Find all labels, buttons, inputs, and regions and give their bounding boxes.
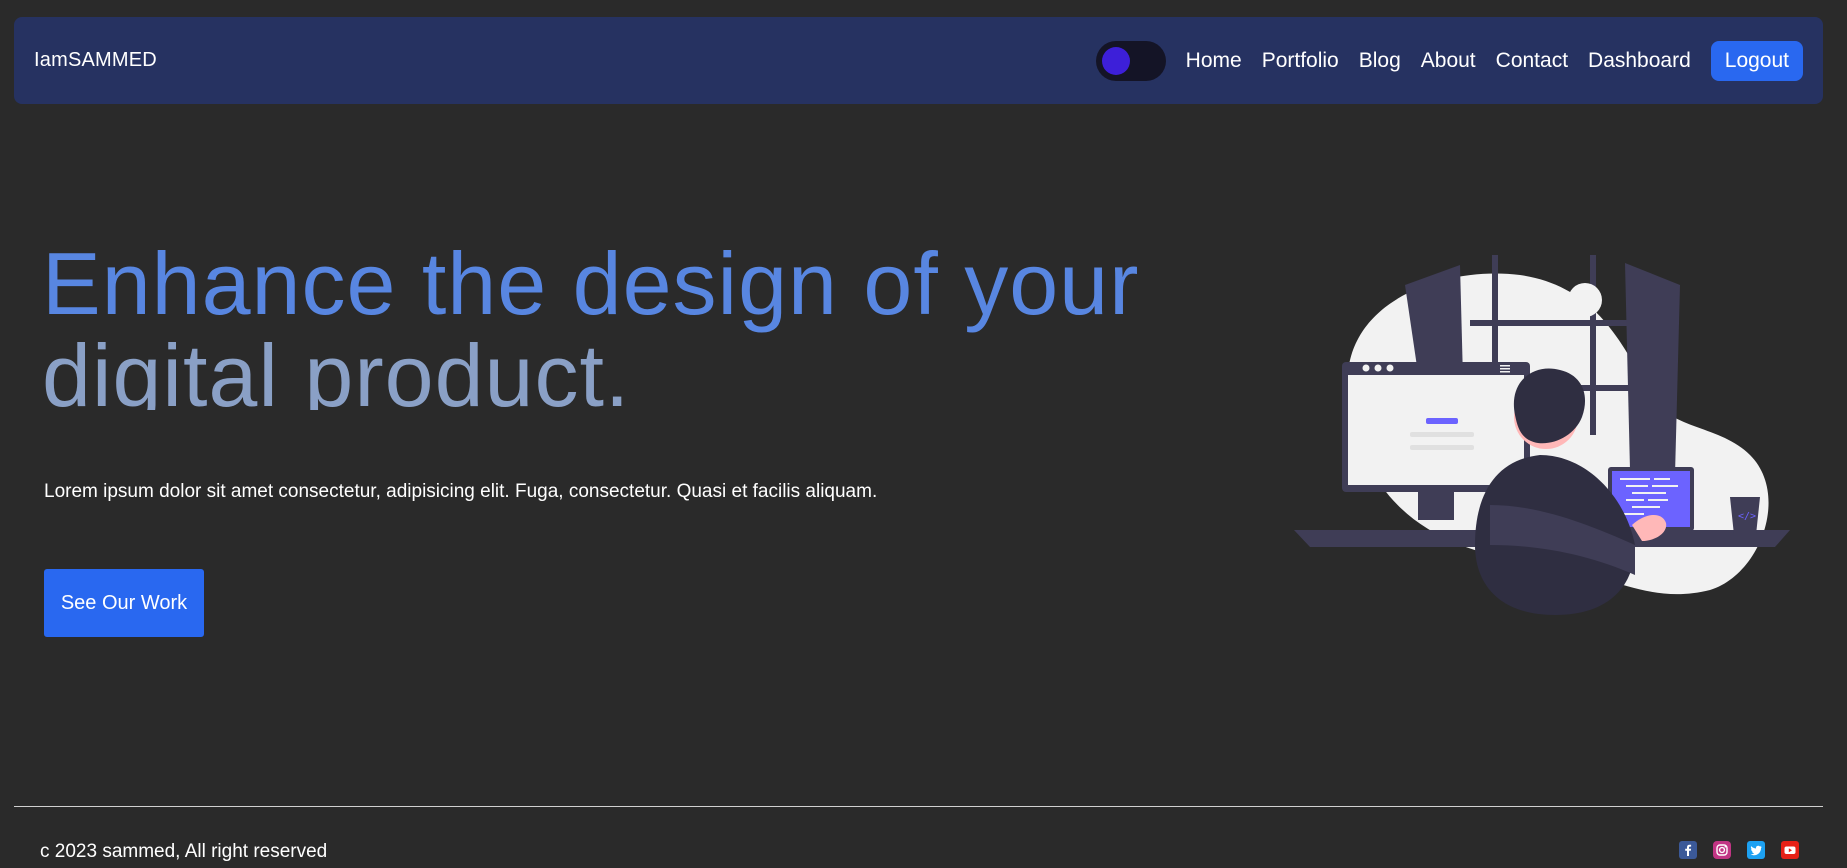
footer-divider: [14, 806, 1823, 807]
nav-link-about[interactable]: About: [1421, 49, 1476, 73]
theme-toggle[interactable]: [1095, 40, 1166, 81]
youtube-icon[interactable]: [1781, 841, 1799, 859]
brand-logo[interactable]: IamSAMMED: [34, 49, 157, 72]
toggle-knob: [1101, 46, 1130, 75]
nav-right: Home Portfolio Blog About Contact Dashbo…: [1095, 40, 1803, 81]
hero-title: Enhance the design of your digital produ…: [42, 234, 1262, 411]
nav-link-dashboard[interactable]: Dashboard: [1588, 49, 1691, 73]
nav-link-portfolio[interactable]: Portfolio: [1262, 49, 1339, 73]
twitter-icon[interactable]: [1747, 841, 1765, 859]
hero-title-line2: digital product.: [42, 330, 631, 410]
logout-button[interactable]: Logout: [1710, 40, 1803, 81]
see-our-work-button[interactable]: See Our Work: [44, 569, 204, 637]
navbar: IamSAMMED Home Portfolio Blog About Cont…: [14, 17, 1823, 104]
social-links: [1679, 841, 1799, 859]
nav-link-home[interactable]: Home: [1186, 49, 1242, 73]
facebook-icon[interactable]: [1679, 841, 1697, 859]
nav-link-blog[interactable]: Blog: [1359, 49, 1401, 73]
hero-description: Lorem ipsum dolor sit amet consectetur, …: [44, 481, 878, 502]
hero-title-line1: Enhance the design of your: [42, 234, 1140, 333]
svg-text:</>: </>: [1738, 511, 1756, 522]
copyright-text: c 2023 sammed, All right reserved: [40, 841, 328, 862]
instagram-icon[interactable]: [1713, 841, 1731, 859]
nav-link-contact[interactable]: Contact: [1496, 49, 1568, 73]
person-at-computer-illustration: </>: [1294, 255, 1790, 615]
nav-links: Home Portfolio Blog About Contact Dashbo…: [1186, 49, 1691, 73]
